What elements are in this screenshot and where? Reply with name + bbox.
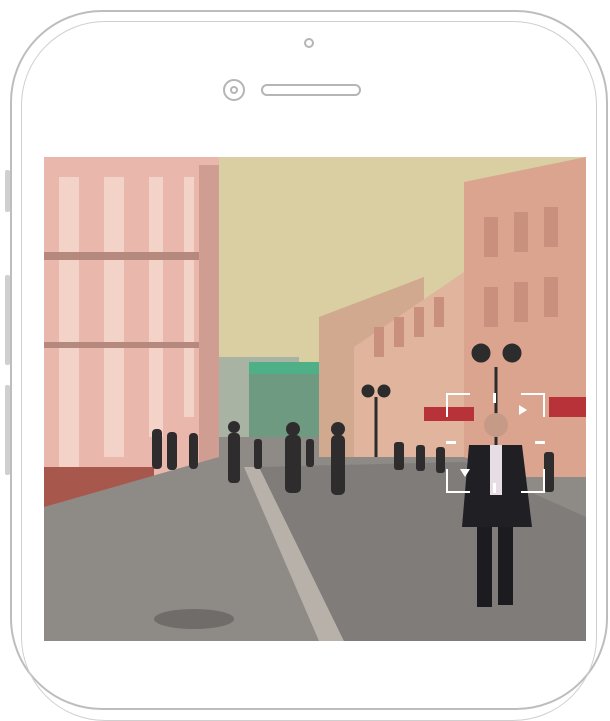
detection-corner-top-left (446, 393, 470, 417)
detection-tick-right (535, 441, 545, 444)
triangle-right-icon (519, 405, 527, 415)
detection-tick-top (493, 393, 496, 403)
proximity-sensor-icon (223, 79, 245, 101)
earpiece-speaker-icon (261, 84, 361, 96)
detection-corner-bottom-right (521, 469, 545, 493)
volume-up-button (5, 275, 10, 365)
mute-switch (5, 170, 10, 212)
volume-down-button (5, 385, 10, 475)
detection-tick-left (446, 441, 456, 444)
face-detection-box (446, 393, 545, 493)
front-camera-icon (304, 38, 314, 48)
detection-tick-bottom (493, 483, 496, 493)
triangle-down-icon (460, 469, 470, 477)
camera-screen[interactable] (44, 157, 586, 641)
